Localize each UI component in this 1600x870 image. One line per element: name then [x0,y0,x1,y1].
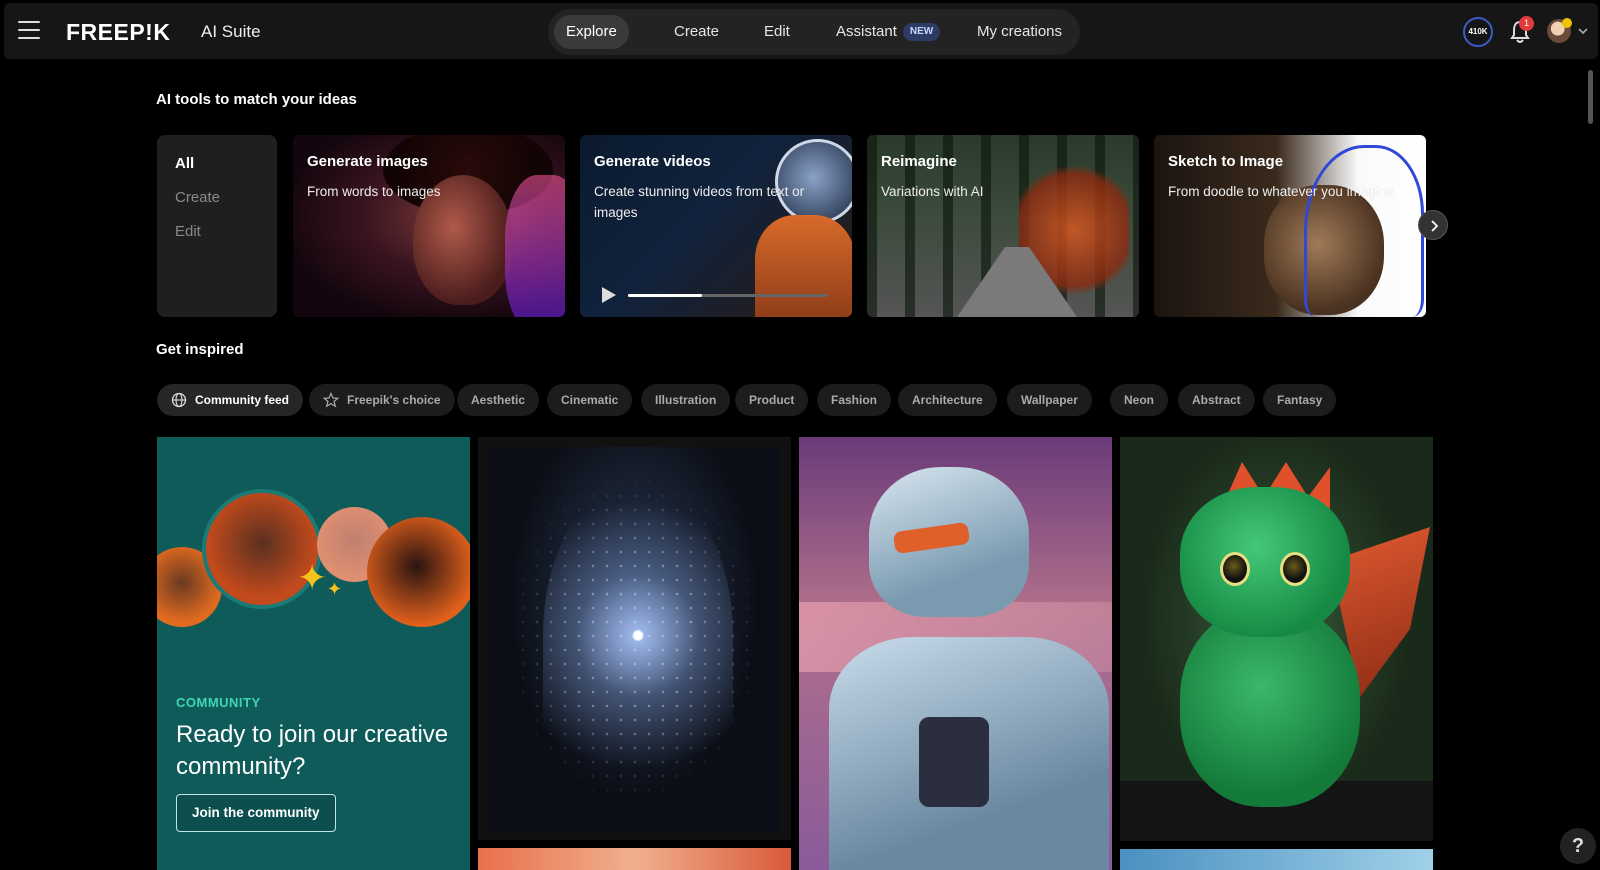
feed-image-dragon-eye [1220,552,1250,586]
category-edit[interactable]: Edit [175,223,201,240]
chip-fantasy[interactable]: Fantasy [1263,384,1337,416]
community-avatar [367,517,470,627]
notification-count: 1 [1519,16,1534,31]
chip-abstract[interactable]: Abstract [1178,384,1255,416]
top-bar: FREEP!K AI Suite Explore Create Edit Ass… [4,3,1598,59]
feed-image-next[interactable] [1120,849,1433,870]
chip-illustration[interactable]: Illustration [641,384,731,416]
menu-icon[interactable] [18,21,40,39]
chip-fashion[interactable]: Fashion [817,384,892,416]
join-community-button[interactable]: Join the community [176,794,336,832]
sparkle-icon: ✦ [327,579,343,599]
sparkle-icon: ✦ [297,557,328,598]
tool-category-list: All Create Edit [157,135,277,317]
main-nav: Explore Create Edit Assistant NEW My crea… [548,9,1080,55]
avatar-badge [1562,18,1572,28]
card-image-sketch [1304,145,1424,317]
nav-edit[interactable]: Edit [752,15,802,49]
category-all[interactable]: All [175,155,194,172]
feed-image-next[interactable] [478,848,791,870]
chip-community-feed[interactable]: Community feed [157,384,304,416]
chip-cinematic[interactable]: Cinematic [547,384,633,416]
chip-aesthetic[interactable]: Aesthetic [457,384,540,416]
chevron-down-icon[interactable] [1577,25,1589,37]
feed-image-dragon-head [1180,487,1350,637]
tool-card-reimagine[interactable]: Reimagine Variations with AI [867,135,1139,317]
chip-label: Community feed [195,393,290,407]
card-subtitle: From doodle to whatever you imagine [1168,184,1394,199]
community-card: ✦ ✦ COMMUNITY Ready to join our creative… [157,437,470,870]
card-subtitle: Variations with AI [881,184,984,199]
nav-assistant[interactable]: Assistant NEW [824,15,952,49]
tool-card-generate-videos[interactable]: Generate videos Create stunning videos f… [580,135,852,317]
globe-icon [171,392,187,408]
chip-wallpaper[interactable]: Wallpaper [1007,384,1092,416]
tool-card-generate-images[interactable]: Generate images From words to images [293,135,565,317]
feed-image-dragon-body [1180,607,1360,807]
carousel-next-button[interactable] [1418,210,1448,240]
ai-suite-label: AI Suite [201,22,261,41]
credits-counter[interactable]: 410K [1463,17,1493,47]
video-progress-fill [628,294,702,297]
nav-my-creations[interactable]: My creations [965,15,1074,49]
nav-explore[interactable]: Explore [554,15,629,49]
chip-freepiks-choice[interactable]: Freepik's choice [309,384,455,416]
card-title: Reimagine [881,153,957,170]
card-subtitle: Create stunning videos from text or imag… [594,184,805,220]
feed-image-robot-core [919,717,989,807]
card-image-suit [755,215,852,317]
nav-create[interactable]: Create [662,15,731,49]
chevron-right-icon [1431,220,1439,232]
community-headline: Ready to join our creative community? [176,721,449,780]
chip-label: Freepik's choice [347,393,441,407]
card-title: Sketch to Image [1168,153,1284,170]
community-label: COMMUNITY [176,695,261,710]
inspired-title: Get inspired [156,341,244,358]
new-badge: NEW [902,23,941,41]
play-icon[interactable] [602,287,616,303]
chip-product[interactable]: Product [735,384,809,416]
feed-image-stars [488,447,781,832]
chip-architecture[interactable]: Architecture [898,384,997,416]
feed-image-dragon[interactable] [1120,437,1433,841]
help-button[interactable]: ? [1560,828,1596,864]
card-title: Generate images [307,153,428,170]
chip-neon[interactable]: Neon [1110,384,1168,416]
freepik-logo[interactable]: FREEP!K [66,19,170,46]
category-create[interactable]: Create [175,189,220,206]
page-scrollbar[interactable] [1588,70,1593,124]
star-icon [323,392,339,408]
feed-image-robot[interactable] [799,437,1112,870]
tool-card-sketch-to-image[interactable]: Sketch to Image From doodle to whatever … [1154,135,1426,317]
card-subtitle: From words to images [307,184,441,199]
feed-image-dragon-eye [1280,552,1310,586]
card-title: Generate videos [594,153,711,170]
nav-assistant-label: Assistant [836,23,897,40]
feed-image-constellation[interactable] [478,437,791,840]
tools-title: AI tools to match your ideas [156,91,357,108]
